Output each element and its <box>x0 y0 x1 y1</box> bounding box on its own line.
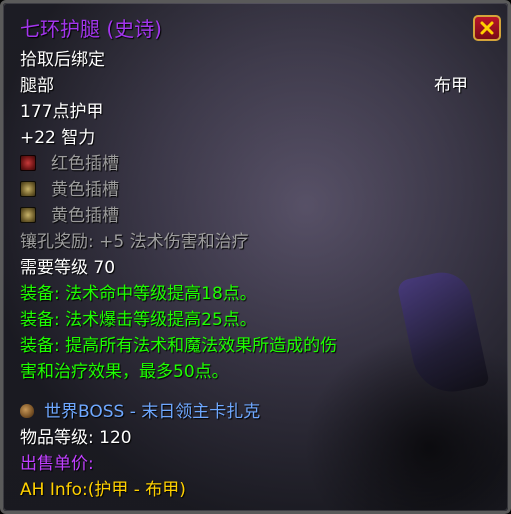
ah-info: AH Info:(护甲 - 布甲) <box>20 480 186 500</box>
required-level: 需要等级 70 <box>20 258 116 278</box>
socket-label: 红色插槽 <box>51 154 119 174</box>
socket-row: 黄色插槽 <box>20 178 119 203</box>
item-level: 物品等级: 120 <box>20 428 132 448</box>
socket-bonus: 镶孔奖励: +5 法术伤害和治疗 <box>20 232 249 252</box>
equip-effect: 装备: 法术爆击等级提高25点。 <box>20 310 257 330</box>
sell-price-label: 出售单价: <box>20 454 94 474</box>
money-bag-icon <box>20 404 34 418</box>
yellow-socket-icon <box>20 207 36 223</box>
slot-text: 腿部 <box>20 76 54 96</box>
source-row: 世界BOSS - 末日领主卡扎克 <box>20 400 260 425</box>
socket-row: 黄色插槽 <box>20 204 119 229</box>
item-name: 七环护腿 (史诗) <box>20 17 162 41</box>
item-tooltip: 七环护腿 (史诗) 拾取后绑定 腿部 布甲 177点护甲 +22 智力 红色插槽… <box>0 0 511 514</box>
equip-effect: 害和治疗效果，最多50点。 <box>20 362 229 382</box>
red-socket-icon <box>20 155 36 171</box>
socket-label: 黄色插槽 <box>51 180 119 200</box>
binding-text: 拾取后绑定 <box>20 50 105 70</box>
socket-label: 黄色插槽 <box>51 206 119 226</box>
close-icon <box>480 21 494 35</box>
armor-value: 177点护甲 <box>20 102 104 122</box>
equip-effect: 装备: 法术命中等级提高18点。 <box>20 284 257 304</box>
intellect-stat: +22 智力 <box>20 128 96 148</box>
equip-effect: 装备: 提高所有法术和魔法效果所造成的伤 <box>20 336 338 356</box>
socket-row: 红色插槽 <box>20 152 119 177</box>
source-text: 世界BOSS - 末日领主卡扎克 <box>44 402 261 422</box>
armor-type-text: 布甲 <box>434 76 468 96</box>
yellow-socket-icon <box>20 181 36 197</box>
close-button[interactable] <box>473 15 501 41</box>
